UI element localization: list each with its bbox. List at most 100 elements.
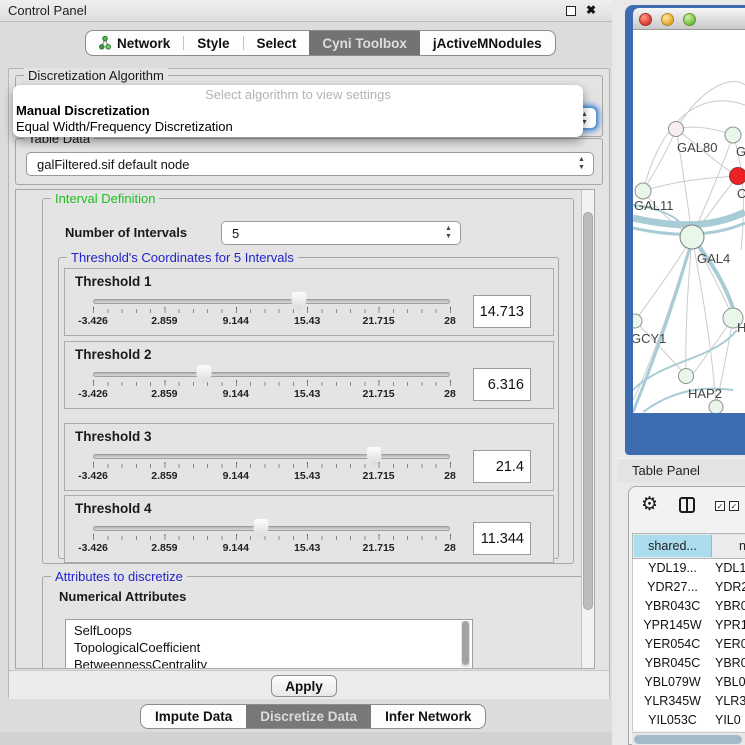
- tab-cyni-toolbox[interactable]: Cyni Toolbox: [309, 31, 420, 55]
- threshold-2-value-field[interactable]: 6.316: [473, 368, 531, 401]
- cyni-toolbox-panel: Discretization Algorithm ▲▼ Table Data g…: [8, 68, 610, 698]
- list-item[interactable]: SelfLoops: [74, 622, 472, 639]
- numerical-attributes-list: SelfLoops TopologicalCoefficient Between…: [65, 619, 473, 669]
- network-canvas[interactable]: GAL80 GA C GAL11 GAL4 GCY1 H HAP2: [633, 30, 745, 413]
- cell[interactable]: YDR2: [715, 578, 745, 597]
- cell[interactable]: YBL079W: [633, 673, 712, 692]
- table-row[interactable]: YIL053CYIL0: [633, 711, 745, 730]
- checkbox-icon[interactable]: ✓: [729, 501, 739, 511]
- tab-select-label: Select: [257, 36, 297, 51]
- tab-discretize-data-label: Discretize Data: [260, 709, 357, 724]
- settings-scrollpane: Interval Definition Number of Intervals …: [15, 189, 595, 669]
- control-panel-titlebar: Control Panel ✖: [0, 0, 612, 22]
- table-row[interactable]: YBR043CYBR0: [633, 597, 745, 616]
- minimize-traffic-light-icon[interactable]: [661, 13, 674, 26]
- node-red[interactable]: [730, 168, 745, 185]
- table-panel-title: Table Panel: [632, 463, 700, 478]
- tick-label: 2.859: [151, 470, 177, 482]
- close-traffic-light-icon[interactable]: [639, 13, 652, 26]
- tab-jactivemnodules[interactable]: jActiveMNodules: [420, 31, 555, 55]
- cell[interactable]: YER0: [715, 635, 745, 654]
- cell[interactable]: YBR043C: [633, 597, 712, 616]
- tab-jactivemnodules-label: jActiveMNodules: [433, 36, 542, 51]
- tab-impute-data[interactable]: Impute Data: [141, 705, 246, 728]
- cell[interactable]: YBL0: [715, 673, 745, 692]
- threshold-3-value-field[interactable]: 21.4: [473, 450, 531, 483]
- scrollbar-thumb[interactable]: [583, 212, 593, 610]
- list-item[interactable]: TopologicalCoefficient: [74, 639, 472, 656]
- apply-button[interactable]: Apply: [271, 675, 337, 697]
- threshold-1-box: Threshold 1 -3.426 2.859 9.144 15.43 21.…: [64, 268, 554, 336]
- cell[interactable]: YLR345W: [633, 692, 712, 711]
- node-gal4[interactable]: [680, 225, 704, 249]
- threshold-1-value-field[interactable]: 14.713: [473, 295, 531, 328]
- checkbox-icon[interactable]: ✓: [715, 501, 725, 511]
- tick-label: 21.715: [363, 470, 395, 482]
- tick-labels: -3.426 2.859 9.144 15.43 21.715 28: [93, 542, 450, 556]
- tab-discretize-data[interactable]: Discretize Data: [246, 705, 371, 728]
- threshold-4-value-field[interactable]: 11.344: [473, 522, 531, 555]
- cell[interactable]: YBR0: [715, 597, 745, 616]
- tab-select[interactable]: Select: [244, 31, 310, 55]
- table-row[interactable]: YPR145WYPR1: [633, 616, 745, 635]
- cell[interactable]: YDL1: [715, 559, 745, 578]
- tick-label: 15.43: [294, 315, 320, 327]
- cell[interactable]: YLR3: [715, 692, 745, 711]
- float-window-icon[interactable]: [566, 6, 576, 16]
- bottom-tabbar: Impute Data Discretize Data Infer Networ…: [140, 704, 486, 729]
- threshold-2-slider[interactable]: [93, 372, 450, 377]
- threshold-3-slider[interactable]: [93, 454, 450, 459]
- table-row[interactable]: YBR045CYBR0: [633, 654, 745, 673]
- network-window-titlebar[interactable]: [633, 8, 745, 30]
- cell[interactable]: YIL0: [715, 711, 745, 730]
- threshold-2-label: Threshold 2: [75, 347, 152, 362]
- tab-style[interactable]: Style: [184, 31, 242, 55]
- node-gal11[interactable]: [635, 183, 651, 199]
- tab-network[interactable]: Network: [86, 31, 183, 55]
- tab-infer-network[interactable]: Infer Network: [371, 705, 485, 728]
- cell[interactable]: YPR145W: [633, 616, 712, 635]
- cell[interactable]: YBR045C: [633, 654, 712, 673]
- node-hap2[interactable]: [679, 369, 694, 384]
- node-partial-bottom[interactable]: [709, 400, 723, 413]
- zoom-traffic-light-icon[interactable]: [683, 13, 696, 26]
- split-columns-icon[interactable]: [679, 497, 695, 513]
- node-gal80[interactable]: [669, 122, 684, 137]
- tick-label: 9.144: [223, 470, 249, 482]
- table-row[interactable]: YDR27...YDR2: [633, 578, 745, 597]
- table-row[interactable]: YLR345WYLR3: [633, 692, 745, 711]
- table-row[interactable]: YDL19...YDL1: [633, 559, 745, 578]
- cell[interactable]: YER054C: [633, 635, 712, 654]
- settings-vertical-scrollbar[interactable]: [581, 190, 594, 669]
- table-row[interactable]: YER054CYER0: [633, 635, 745, 654]
- threshold-4-slider[interactable]: [93, 526, 450, 531]
- cell[interactable]: YPR1: [715, 616, 745, 635]
- node-partial-top-right[interactable]: [725, 127, 741, 143]
- menu-item-manual-discretization[interactable]: Manual Discretization: [16, 103, 150, 118]
- cell[interactable]: YIL053C: [633, 711, 712, 730]
- table-row[interactable]: YBL079WYBL0: [633, 673, 745, 692]
- number-of-intervals-combobox[interactable]: 5 ▲▼: [221, 221, 461, 245]
- cell[interactable]: YDL19...: [633, 559, 712, 578]
- list-item[interactable]: BetweennessCentrality: [74, 656, 472, 669]
- gear-icon[interactable]: ⚙: [641, 493, 658, 516]
- apply-row: Apply: [9, 670, 609, 699]
- cell[interactable]: YDR27...: [633, 578, 712, 597]
- threshold-1-slider[interactable]: [93, 299, 450, 304]
- scrollbar-thumb[interactable]: [462, 621, 469, 665]
- attributes-list-scrollbar[interactable]: [461, 621, 470, 667]
- column-header-shared-name[interactable]: shared...: [634, 535, 712, 557]
- table-data-combobox[interactable]: galFiltered.sif default node ▲▼: [26, 152, 594, 176]
- close-icon[interactable]: ✖: [586, 3, 596, 17]
- threshold-4-box: Threshold 4 -3.426 2.859 9.144 15.43 21.…: [64, 495, 554, 563]
- node-label-gal4: GAL4: [697, 251, 730, 266]
- control-panel: Control Panel ✖ Network Style Select Cyn…: [0, 0, 612, 745]
- cell[interactable]: YBR0: [715, 654, 745, 673]
- algorithm-placeholder: Select algorithm to view settings: [13, 87, 583, 102]
- column-header-name[interactable]: n: [713, 535, 745, 557]
- table-horizontal-scrollbar[interactable]: [632, 732, 745, 745]
- threshold-3-box: Threshold 3 -3.426 2.859 9.144 15.43 21.…: [64, 423, 554, 491]
- node-gcy1[interactable]: [633, 314, 642, 328]
- menu-item-equal-width-frequency[interactable]: Equal Width/Frequency Discretization: [16, 119, 233, 134]
- scrollbar-thumb[interactable]: [634, 735, 742, 744]
